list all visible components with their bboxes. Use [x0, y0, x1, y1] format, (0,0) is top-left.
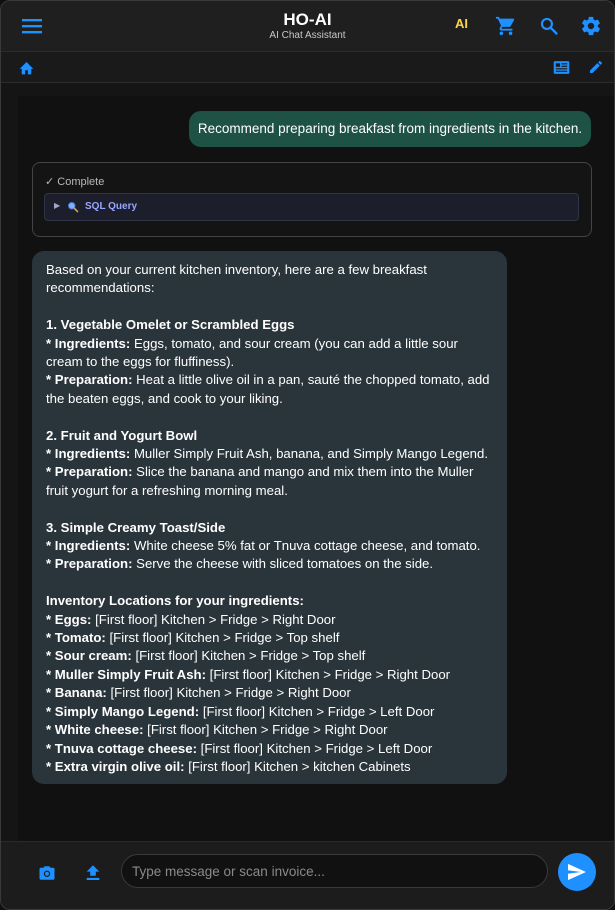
camera-icon[interactable] [35, 861, 59, 885]
status-label: ✓ Complete [45, 176, 105, 188]
location-item: * White cheese: [First floor] Kitchen > … [46, 722, 388, 738]
ingredients-label: * Ingredients: [46, 538, 131, 554]
app-header: HO-AI AI Chat Assistant AI [1, 1, 614, 52]
preparation-label: * Preparation: [46, 464, 133, 480]
app-subtitle: AI Chat Assistant [269, 30, 346, 41]
search-icon[interactable] [536, 13, 562, 39]
location-item: * Tomato: [First floor] Kitchen > Fridge… [46, 630, 340, 646]
send-button[interactable] [558, 853, 596, 891]
message-input[interactable] [121, 854, 548, 888]
edit-icon[interactable] [585, 57, 607, 77]
magnifier-icon [67, 200, 79, 213]
ingredients-text: White cheese 5% fat or Tnuva cottage che… [133, 538, 481, 554]
location-item: * Tnuva cottage cheese: [First floor] Ki… [46, 740, 433, 756]
location-item: * Sour cream: [First floor] Kitchen > Fr… [46, 648, 366, 664]
user-message: Recommend preparing breakfast from ingre… [189, 111, 591, 147]
expand-arrow-icon: ▶ [54, 201, 61, 210]
newspaper-icon[interactable] [550, 57, 572, 77]
location-item: * Muller Simply Fruit Ash: [First floor]… [46, 666, 451, 682]
ingredients-text: Muller Simply Fruit Ash, banana, and Sim… [133, 446, 488, 462]
sub-toolbar [1, 52, 614, 83]
recipe-title: 1. Vegetable Omelet or Scrambled Eggs [46, 317, 295, 333]
home-icon[interactable] [15, 57, 37, 77]
intro-text: Based on your current kitchen inventory,… [46, 262, 427, 296]
locations-title: Inventory Locations for your ingredients… [46, 593, 304, 609]
preparation-text: Serve the cheese with sliced tomatoes on… [136, 556, 434, 572]
location-item: * Eggs: [First floor] Kitchen > Fridge >… [46, 611, 336, 627]
gear-icon[interactable] [578, 13, 604, 39]
sql-query-label: SQL Query [85, 201, 138, 212]
location-item: * Extra virgin olive oil: [First floor] … [46, 758, 411, 774]
preparation-label: * Preparation: [46, 556, 133, 572]
location-item: * Banana: [First floor] Kitchen > Fridge… [46, 685, 351, 701]
preparation-label: * Preparation: [46, 372, 133, 388]
app-frame: HO-AI AI Chat Assistant AI Recommend pre… [0, 0, 615, 910]
menu-icon[interactable] [19, 13, 45, 39]
cart-icon[interactable] [493, 13, 519, 39]
recipe-title: 3. Simple Creamy Toast/Side [46, 519, 226, 535]
input-bar [1, 841, 614, 909]
chat-area[interactable]: Recommend preparing breakfast from ingre… [18, 96, 614, 841]
title-block: HO-AI AI Chat Assistant [181, 10, 434, 42]
upload-icon[interactable] [81, 861, 105, 885]
location-item: * Simply Mango Legend: [First floor] Kit… [46, 703, 435, 719]
ingredients-label: * Ingredients: [46, 446, 131, 462]
assistant-message: Based on your current kitchen inventory,… [32, 251, 507, 784]
ai-badge[interactable]: AI [455, 16, 468, 31]
send-icon [568, 863, 586, 881]
ingredients-label: * Ingredients: [46, 335, 131, 351]
app-title: HO-AI [283, 10, 332, 29]
sql-query-toggle[interactable]: ▶ SQL Query [44, 193, 579, 221]
recipe-title: 2. Fruit and Yogurt Bowl [46, 427, 198, 443]
tool-status-panel: ✓ Complete ▶ SQL Query [32, 162, 592, 237]
